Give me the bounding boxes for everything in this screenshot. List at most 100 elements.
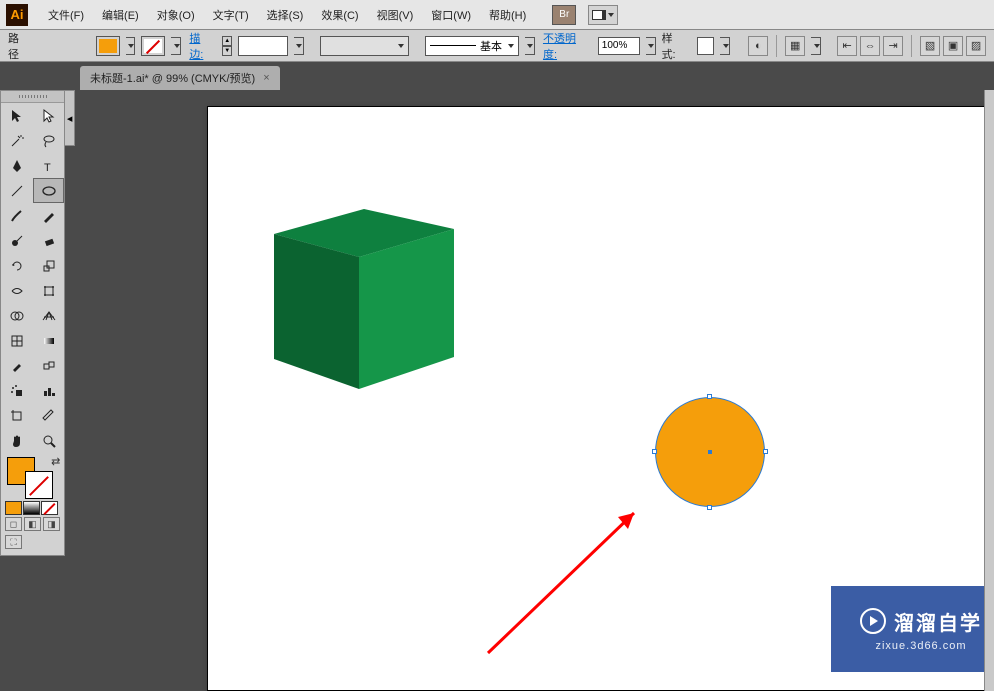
stroke-weight-input[interactable]	[238, 36, 288, 56]
menu-select[interactable]: 选择(S)	[259, 3, 312, 27]
rotate-tool[interactable]	[1, 253, 33, 278]
menu-object[interactable]: 对象(O)	[149, 3, 203, 27]
anchor-point-right[interactable]	[763, 449, 768, 454]
screen-mode-button[interactable]: ⛶	[5, 535, 22, 549]
watermark-title: 溜溜自学	[894, 607, 982, 636]
opacity-input[interactable]: 100%	[598, 37, 640, 55]
anchor-point-bottom[interactable]	[707, 505, 712, 510]
shape-builder-tool[interactable]	[1, 303, 33, 328]
align-left-button[interactable]: ⇤	[837, 36, 857, 56]
line-tool[interactable]	[1, 178, 33, 203]
opacity-dropdown[interactable]	[646, 37, 656, 55]
fill-stroke-control[interactable]: ⇄	[1, 453, 64, 499]
menu-effect[interactable]: 效果(C)	[313, 3, 366, 27]
grip-icon	[19, 95, 47, 98]
draw-normal-button[interactable]: ◻	[5, 517, 22, 531]
workspace-layout-button[interactable]	[588, 5, 618, 25]
fill-swatch[interactable]	[96, 36, 120, 56]
align-buttons-group: ⇤ ⇔ ⇥	[837, 36, 903, 56]
scale-tool[interactable]	[33, 253, 65, 278]
blend-tool[interactable]	[33, 353, 65, 378]
mesh-tool[interactable]	[1, 328, 33, 353]
document-tab[interactable]: 未标题-1.ai* @ 99% (CMYK/预览) ×	[80, 66, 280, 90]
swap-fill-stroke-icon[interactable]: ⇄	[51, 455, 60, 468]
variable-width-profile-select[interactable]	[320, 36, 410, 56]
stroke-link[interactable]: 描边:	[187, 30, 216, 62]
layout-icon	[592, 10, 606, 20]
transform-buttons-group: ▧ ▣ ▨	[920, 36, 986, 56]
hand-tool[interactable]	[1, 428, 33, 453]
artboard-tool[interactable]	[1, 403, 33, 428]
align-right-button[interactable]: ⇥	[883, 36, 903, 56]
align-to-dropdown[interactable]	[811, 37, 821, 55]
align-to-button[interactable]: ▦	[785, 36, 805, 56]
draw-behind-button[interactable]: ◧	[24, 517, 41, 531]
type-tool[interactable]: T	[33, 153, 65, 178]
ellipse-tool[interactable]	[33, 178, 65, 203]
tab-close-button[interactable]: ×	[263, 72, 269, 84]
eraser-tool[interactable]	[33, 228, 65, 253]
color-mode-row	[1, 501, 64, 515]
column-graph-tool[interactable]	[33, 378, 65, 403]
center-point[interactable]	[708, 450, 712, 454]
menu-view[interactable]: 视图(V)	[369, 3, 422, 27]
direct-selection-tool[interactable]	[33, 103, 65, 128]
brush-dropdown[interactable]	[525, 37, 535, 55]
graphic-style-swatch[interactable]	[697, 37, 715, 55]
anchor-point-left[interactable]	[652, 449, 657, 454]
toolbox-grip[interactable]	[1, 91, 64, 103]
isolate-button[interactable]: ▧	[920, 36, 940, 56]
stroke-weight-spinner[interactable]: ▲▼	[222, 36, 232, 56]
stroke-dropdown[interactable]	[171, 37, 181, 55]
bridge-button[interactable]: Br	[552, 5, 576, 25]
recolor-artwork-button[interactable]: ◐	[748, 36, 768, 56]
brush-definition-select[interactable]: 基本	[425, 36, 519, 56]
watermark-subtitle: zixue.3d66.com	[875, 640, 966, 652]
draw-mode-row: ◻ ◧ ◨	[1, 515, 64, 533]
blob-brush-tool[interactable]	[1, 228, 33, 253]
selection-tool[interactable]	[1, 103, 33, 128]
perspective-grid-tool[interactable]	[33, 303, 65, 328]
chevron-down-icon	[174, 44, 180, 48]
free-transform-tool[interactable]	[33, 278, 65, 303]
draw-inside-button[interactable]: ◨	[43, 517, 60, 531]
symbol-sprayer-tool[interactable]	[1, 378, 33, 403]
magic-wand-tool[interactable]	[1, 128, 33, 153]
edit-mask-button[interactable]: ▨	[966, 36, 986, 56]
style-dropdown[interactable]	[720, 37, 730, 55]
anchor-point-top[interactable]	[707, 394, 712, 399]
color-mode-solid[interactable]	[5, 501, 22, 515]
stroke-weight-dropdown[interactable]	[294, 37, 304, 55]
zoom-tool[interactable]	[33, 428, 65, 453]
slice-tool[interactable]	[33, 403, 65, 428]
color-mode-gradient[interactable]	[23, 501, 40, 515]
cube-shape[interactable]	[264, 199, 459, 395]
stroke-swatch[interactable]	[141, 36, 165, 56]
toolbox-collapse-handle[interactable]: ◂	[65, 90, 75, 146]
document-tab-row: 未标题-1.ai* @ 99% (CMYK/预览) ×	[0, 62, 994, 90]
menu-file[interactable]: 文件(F)	[40, 3, 92, 27]
chevron-down-icon	[527, 44, 533, 48]
vertical-scrollbar[interactable]	[984, 90, 994, 691]
width-tool[interactable]	[1, 278, 33, 303]
color-mode-none[interactable]	[41, 501, 58, 515]
menu-window[interactable]: 窗口(W)	[423, 3, 479, 27]
ellipse-shape-selected[interactable]	[655, 397, 765, 507]
paintbrush-tool[interactable]	[1, 203, 33, 228]
fill-dropdown[interactable]	[126, 37, 136, 55]
menu-help[interactable]: 帮助(H)	[481, 3, 534, 27]
menu-type[interactable]: 文字(T)	[205, 3, 257, 27]
align-hcenter-button[interactable]: ⇔	[860, 36, 880, 56]
background-stroke-swatch[interactable]	[25, 471, 53, 499]
opacity-link[interactable]: 不透明度:	[541, 30, 592, 62]
artboard[interactable]: 溜溜自学 zixue.3d66.com	[207, 106, 994, 691]
lasso-tool[interactable]	[33, 128, 65, 153]
menu-edit[interactable]: 编辑(E)	[94, 3, 147, 27]
canvas-viewport[interactable]: 溜溜自学 zixue.3d66.com	[75, 90, 994, 691]
pencil-tool[interactable]	[33, 203, 65, 228]
gradient-tool[interactable]	[33, 328, 65, 353]
eyedropper-tool[interactable]	[1, 353, 33, 378]
pen-tool[interactable]	[1, 153, 33, 178]
edit-clip-button[interactable]: ▣	[943, 36, 963, 56]
toolbox: T	[0, 90, 65, 556]
